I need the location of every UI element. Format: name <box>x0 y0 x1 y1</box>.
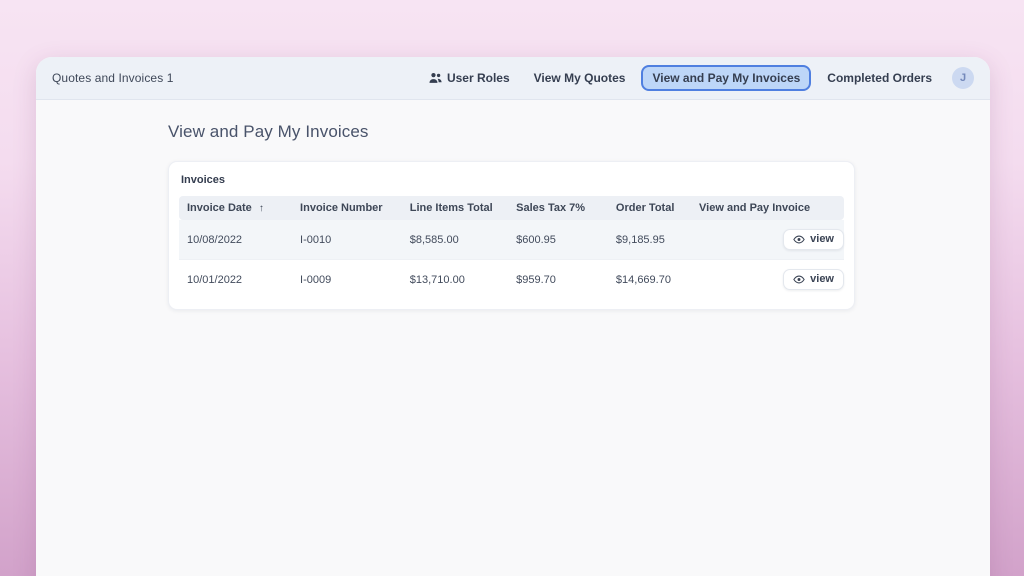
cell-order-total: $14,669.70 <box>608 260 691 300</box>
invoices-table: Invoice Date↑ Invoice Number Line Items … <box>179 196 844 299</box>
invoices-card: Invoices Invoice Date↑ Invoice Number Li… <box>168 161 855 310</box>
users-icon <box>429 72 442 84</box>
top-navbar: Quotes and Invoices 1 User Roles View My… <box>36 57 990 100</box>
cell-line-items-total: $8,585.00 <box>402 220 508 260</box>
eye-icon <box>793 275 805 284</box>
cell-action: view <box>691 220 844 260</box>
cell-sales-tax: $600.95 <box>508 220 608 260</box>
main-content: View and Pay My Invoices Invoices Invoic… <box>36 100 990 310</box>
nav-item-user-roles[interactable]: User Roles <box>421 65 518 91</box>
app-title: Quotes and Invoices 1 <box>52 71 174 85</box>
cell-line-items-total: $13,710.00 <box>402 260 508 300</box>
cell-invoice-number: I-0010 <box>292 220 402 260</box>
column-header-line-items-total[interactable]: Line Items Total <box>402 196 508 220</box>
view-invoice-button[interactable]: view <box>783 269 844 290</box>
table-row: 10/08/2022 I-0010 $8,585.00 $600.95 $9,1… <box>179 220 844 260</box>
cell-action: view <box>691 260 844 300</box>
table-header-row: Invoice Date↑ Invoice Number Line Items … <box>179 196 844 220</box>
column-header-invoice-date[interactable]: Invoice Date↑ <box>179 196 292 220</box>
nav-item-view-my-quotes[interactable]: View My Quotes <box>526 65 634 91</box>
column-header-invoice-number[interactable]: Invoice Number <box>292 196 402 220</box>
cell-invoice-number: I-0009 <box>292 260 402 300</box>
eye-icon <box>793 235 805 244</box>
nav-item-completed-orders[interactable]: Completed Orders <box>819 65 940 91</box>
sort-ascending-icon[interactable]: ↑ <box>259 203 264 214</box>
view-invoice-button[interactable]: view <box>783 229 844 250</box>
nav-item-label: View and Pay My Invoices <box>652 71 800 85</box>
column-header-order-total[interactable]: Order Total <box>608 196 691 220</box>
nav-item-label: User Roles <box>447 71 510 85</box>
avatar-initial: J <box>960 72 966 84</box>
app-window: Quotes and Invoices 1 User Roles View My… <box>36 57 990 576</box>
nav-item-label: Completed Orders <box>827 71 932 85</box>
table-row: 10/01/2022 I-0009 $13,710.00 $959.70 $14… <box>179 260 844 300</box>
nav-item-label: View My Quotes <box>534 71 626 85</box>
cell-invoice-date: 10/01/2022 <box>179 260 292 300</box>
page-title: View and Pay My Invoices <box>168 122 990 142</box>
column-header-view-and-pay-invoice: View and Pay Invoice <box>691 196 844 220</box>
cell-sales-tax: $959.70 <box>508 260 608 300</box>
user-avatar[interactable]: J <box>952 67 974 89</box>
view-button-label: view <box>810 233 834 245</box>
column-header-sales-tax[interactable]: Sales Tax 7% <box>508 196 608 220</box>
nav-item-view-and-pay-my-invoices[interactable]: View and Pay My Invoices <box>641 65 811 91</box>
nav-menu: User Roles View My Quotes View and Pay M… <box>421 65 974 91</box>
cell-order-total: $9,185.95 <box>608 220 691 260</box>
cell-invoice-date: 10/08/2022 <box>179 220 292 260</box>
view-button-label: view <box>810 273 834 285</box>
invoices-card-title: Invoices <box>181 174 844 186</box>
